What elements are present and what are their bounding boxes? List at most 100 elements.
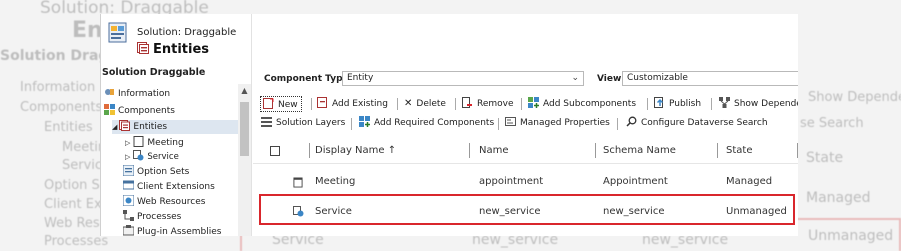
solution-layers-icon	[261, 117, 272, 127]
delete-button[interactable]: ✕ Delete	[404, 96, 446, 112]
client-extensions-icon	[123, 180, 134, 190]
column-separator	[309, 143, 310, 158]
bg-search: se Search	[800, 116, 864, 131]
toolbar-separator	[711, 98, 712, 110]
add-required-icon	[359, 116, 370, 127]
web-resources-icon	[123, 195, 134, 206]
column-state[interactable]: State	[726, 145, 752, 156]
toolbar-separator	[521, 98, 522, 110]
view-select[interactable]: Customizable	[622, 71, 798, 86]
toolbar-separator	[617, 118, 618, 130]
toolbar-separator	[647, 98, 648, 110]
column-separator	[717, 143, 718, 158]
column-separator	[595, 143, 596, 158]
view-value: Customizable	[627, 73, 688, 83]
component-type-label: Component Type	[264, 74, 349, 84]
column-schema-name[interactable]: Schema Name	[603, 145, 676, 156]
expand-icon[interactable]: ▷	[125, 153, 130, 161]
toolbar-separator	[351, 118, 352, 130]
solution-layers-button[interactable]: Solution Layers	[261, 115, 345, 131]
plugin-assemblies-icon	[123, 225, 134, 236]
toolbar-separator	[397, 98, 398, 110]
bg-managed: Managed	[806, 190, 871, 206]
collapse-icon[interactable]: ◢	[112, 123, 117, 131]
managed-properties-icon	[505, 117, 516, 126]
page-title: Entities	[137, 42, 209, 57]
bg-tree-5: Option Se	[44, 178, 108, 193]
add-required-components-button[interactable]: Add Required Components	[359, 115, 494, 131]
entity-icon	[293, 177, 303, 188]
tree-item-web-resources[interactable]: Web Resources	[123, 195, 205, 209]
expand-icon[interactable]: ▷	[125, 139, 130, 147]
component-type-select[interactable]: Entity ⌄	[342, 71, 584, 86]
remove-icon	[462, 97, 472, 108]
scroll-thumb[interactable]	[240, 102, 249, 156]
chevron-down-icon: ⌄	[571, 73, 579, 83]
row-name: appointment	[479, 176, 544, 187]
solution-name: Solution Draggable	[102, 67, 206, 78]
add-subcomponents-button[interactable]: Add Subcomponents	[528, 96, 636, 112]
add-subcomponents-icon	[528, 97, 539, 108]
page-title-text: Entities	[153, 42, 210, 57]
configure-search-button[interactable]: Configure Dataverse Search	[626, 115, 768, 131]
search-icon	[626, 116, 637, 127]
view-label: View	[597, 74, 622, 84]
new-button[interactable]: New	[260, 96, 302, 112]
window-header: Solution: Draggable Entities	[101, 14, 252, 64]
navigation-pane: Solution: Draggable Entities Solution Dr…	[101, 14, 252, 236]
publish-button[interactable]: Publish	[654, 96, 701, 112]
information-icon	[105, 89, 114, 95]
entities-icon	[119, 120, 131, 131]
tree-item-plugin-assemblies[interactable]: Plug-in Assemblies	[123, 225, 221, 236]
window-subtitle: Solution: Draggable	[137, 27, 237, 38]
tree-item-processes[interactable]: Processes	[123, 210, 181, 224]
service-icon	[133, 150, 144, 161]
bg-tree-1: Components	[20, 100, 103, 115]
table-row[interactable]: Meeting appointment Appointment Managed	[253, 167, 798, 197]
entity-icon	[133, 136, 144, 147]
tree-item-option-sets[interactable]: Option Sets	[123, 165, 189, 179]
entities-icon	[137, 42, 149, 54]
tree-item-components[interactable]: Components	[104, 104, 175, 118]
component-type-value: Entity	[347, 73, 374, 83]
content-header	[253, 14, 798, 67]
bg-tree-8: Processes	[44, 234, 109, 249]
main-content: Component Type Entity ⌄ View Customizabl…	[253, 14, 798, 236]
scroll-up-icon[interactable]: ▲	[238, 86, 251, 96]
tree-item-client-extensions[interactable]: Client Extensions	[123, 180, 215, 194]
grid-header: Display Name ↑ Name Schema Name State	[253, 138, 798, 164]
select-all-checkbox[interactable]	[270, 146, 280, 156]
tree-scrollbar[interactable]: ▲	[238, 84, 251, 236]
toolbar-separator	[455, 98, 456, 110]
column-name[interactable]: Name	[479, 145, 509, 156]
dependencies-icon	[719, 97, 730, 108]
delete-icon: ✕	[404, 98, 413, 109]
new-icon	[263, 98, 274, 109]
command-bar: New Add Existing ✕ Delete Remove Add Subc…	[253, 94, 798, 132]
show-dependencies-button[interactable]: Show Depende	[719, 96, 798, 112]
filter-bar: Component Type Entity ⌄ View Customizabl…	[253, 70, 798, 90]
add-existing-button[interactable]: Add Existing	[317, 96, 388, 112]
tree-item-information[interactable]: Information	[104, 87, 170, 101]
row-schema-name: Appointment	[603, 176, 668, 187]
bg-tree-2: Entities	[44, 120, 93, 135]
solution-icon	[108, 22, 127, 43]
tree-item-entities[interactable]: ◢ Entities	[112, 120, 238, 134]
row-state: Managed	[726, 176, 773, 187]
tree-item-meeting[interactable]: ▷ Meeting	[125, 136, 184, 150]
components-icon	[104, 104, 115, 115]
bg-tree-0: Information	[20, 80, 96, 95]
toolbar-separator	[311, 98, 312, 110]
option-sets-icon	[123, 165, 134, 176]
column-separator	[797, 143, 798, 158]
managed-properties-button[interactable]: Managed Properties	[505, 115, 610, 131]
solution-window: Solution: Draggable Entities Solution Dr…	[100, 14, 798, 236]
remove-button[interactable]: Remove	[462, 96, 514, 112]
highlight-box	[259, 194, 795, 225]
add-existing-icon	[317, 97, 327, 108]
column-display-name[interactable]: Display Name ↑	[315, 145, 396, 156]
toolbar-separator	[498, 118, 499, 130]
tree-item-service[interactable]: ▷ Service	[125, 150, 179, 164]
row-display-name: Meeting	[315, 176, 356, 187]
bg-show-dependencies: Show Depende	[808, 90, 901, 105]
